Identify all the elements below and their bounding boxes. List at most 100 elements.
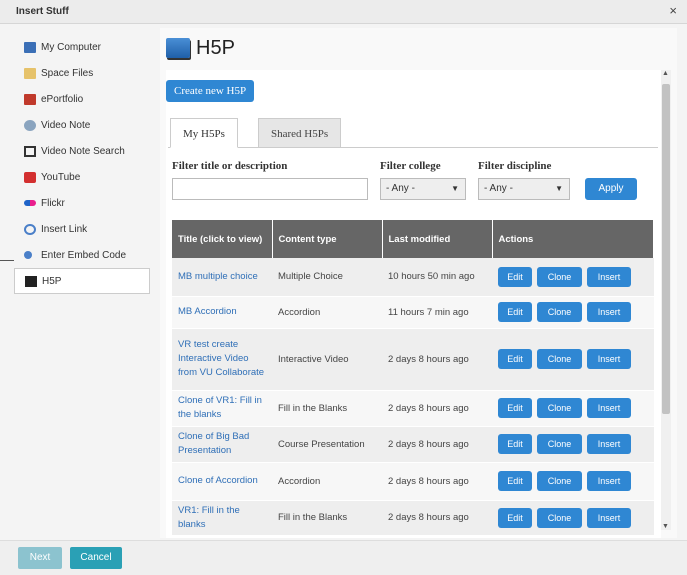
sidebar: My Computer Space Files ePortfolio Video… xyxy=(14,34,150,294)
column-header-content-type: Content type xyxy=(272,220,383,258)
table-row: Clone of Accordion Accordion 2 days 8 ho… xyxy=(172,462,654,501)
insert-button[interactable]: Insert xyxy=(587,266,631,287)
title-cell: Clone of Accordion xyxy=(172,462,272,501)
sidebar-item-flickr[interactable]: Flickr xyxy=(14,190,150,216)
scrollbar-thumb[interactable] xyxy=(662,84,670,414)
title-cell: MB multiple choice xyxy=(172,258,272,297)
next-button[interactable]: Next xyxy=(18,547,62,569)
table-row: MB Accordion Accordion 11 hours 7 min ag… xyxy=(172,296,654,329)
content-title-link[interactable]: Clone of Accordion xyxy=(178,475,258,486)
clone-button[interactable]: Clone xyxy=(537,507,582,528)
content-title-link[interactable]: MB Accordion xyxy=(178,306,237,317)
last-modified-cell: 2 days 8 hours ago xyxy=(382,328,492,391)
sidebar-item-label: Video Note Search xyxy=(41,145,125,157)
insert-button[interactable]: Insert xyxy=(587,434,631,454)
cancel-button[interactable]: Cancel xyxy=(70,547,122,569)
table-row: Clone of VR1: Fill in the blanks Fill in… xyxy=(172,390,654,427)
last-modified-cell: 11 hours 7 min ago xyxy=(382,296,492,329)
create-new-h5p-button[interactable]: Create new H5P xyxy=(166,80,255,102)
sidebar-item-h5p[interactable]: H5P xyxy=(14,268,150,294)
youtube-icon xyxy=(24,171,36,183)
title-cell: Clone of VR1: Fill in the blanks xyxy=(172,390,272,427)
filters: Filter title or description Filter colle… xyxy=(172,160,652,210)
insert-button[interactable]: Insert xyxy=(587,507,631,528)
column-header-title[interactable]: Title (click to view) xyxy=(172,220,273,258)
actions-cell: Edit Clone Insert xyxy=(492,462,654,501)
h5p-table: Title (click to view) Content type Last … xyxy=(172,220,654,536)
sidebar-item-space-files[interactable]: Space Files xyxy=(14,60,150,86)
sidebar-item-eportfolio[interactable]: ePortfolio xyxy=(14,86,150,112)
filter-discipline-select[interactable]: - Any - ▼ xyxy=(478,178,570,200)
scroll-down-icon[interactable]: ▼ xyxy=(662,523,669,530)
last-modified-cell: 2 days 8 hours ago xyxy=(382,500,492,536)
title-cell: VR test create Interactive Video from VU… xyxy=(172,328,272,391)
insert-button[interactable]: Insert xyxy=(587,471,631,491)
tab-shared-h5ps[interactable]: Shared H5Ps xyxy=(258,118,342,148)
folder-icon xyxy=(24,67,36,79)
edit-button[interactable]: Edit xyxy=(498,471,532,491)
filter-college-value: - Any - xyxy=(386,183,415,194)
clone-button[interactable]: Clone xyxy=(537,471,582,491)
dropdown-caret-icon: ▼ xyxy=(555,184,563,193)
filter-title-input[interactable] xyxy=(172,178,368,200)
sidebar-item-label: Enter Embed Code xyxy=(41,249,127,261)
title-cell: Clone of Big Bad Presentation xyxy=(172,426,272,463)
apply-button[interactable]: Apply xyxy=(585,178,637,200)
edit-button[interactable]: Edit xyxy=(498,266,532,287)
sidebar-item-my-computer[interactable]: My Computer xyxy=(14,34,150,60)
last-modified-cell: 2 days 8 hours ago xyxy=(382,462,492,501)
insert-button[interactable]: Insert xyxy=(587,349,631,369)
edit-button[interactable]: Edit xyxy=(498,398,532,418)
edit-button[interactable]: Edit xyxy=(498,507,532,528)
clone-button[interactable]: Clone xyxy=(537,434,582,454)
sidebar-item-insert-link[interactable]: Insert Link xyxy=(14,216,150,242)
actions-cell: Edit Clone Insert xyxy=(492,258,654,297)
filter-discipline-value: - Any - xyxy=(484,183,513,194)
edit-button[interactable]: Edit xyxy=(498,434,532,454)
insert-button[interactable]: Insert xyxy=(587,302,631,322)
main-panel: H5P Create new H5P My H5Ps Shared H5Ps F… xyxy=(160,28,677,538)
close-icon[interactable]: × xyxy=(669,3,677,18)
table-header-row: Title (click to view) Content type Last … xyxy=(172,220,654,258)
column-header-actions: Actions xyxy=(492,220,654,258)
scroll-up-icon[interactable]: ▲ xyxy=(662,70,669,77)
sidebar-item-label: YouTube xyxy=(41,171,81,183)
table-row: VR test create Interactive Video from VU… xyxy=(172,328,654,391)
content-title-link[interactable]: Clone of VR1: Fill in the blanks xyxy=(178,395,262,420)
title-cell: VR1: Fill in the blanks xyxy=(172,500,272,536)
scrollbar[interactable]: ▲ ▼ xyxy=(661,70,671,530)
content-title-link[interactable]: Clone of Big Bad Presentation xyxy=(178,431,249,456)
actions-cell: Edit Clone Insert xyxy=(492,328,654,391)
content-title-link[interactable]: VR1: Fill in the blanks xyxy=(178,505,240,530)
edit-button[interactable]: Edit xyxy=(498,349,532,369)
page-title: H5P xyxy=(196,36,235,59)
actions-cell: Edit Clone Insert xyxy=(492,500,654,536)
video-note-icon xyxy=(24,119,36,131)
sidebar-item-enter-embed-code[interactable]: Enter Embed Code xyxy=(14,242,150,268)
embed-icon xyxy=(24,251,32,259)
last-modified-cell: 10 hours 50 min ago xyxy=(382,258,492,297)
tab-my-h5ps[interactable]: My H5Ps xyxy=(170,118,238,148)
content-title-link[interactable]: MB multiple choice xyxy=(178,271,258,282)
insert-button[interactable]: Insert xyxy=(587,398,631,418)
filter-college-select[interactable]: - Any - ▼ xyxy=(380,178,466,200)
clone-button[interactable]: Clone xyxy=(537,349,582,369)
computer-icon xyxy=(24,41,36,53)
sidebar-item-youtube[interactable]: YouTube xyxy=(14,164,150,190)
content-type-cell: Interactive Video xyxy=(272,328,382,391)
clone-button[interactable]: Clone xyxy=(537,266,582,287)
portfolio-icon xyxy=(24,93,36,105)
edit-button[interactable]: Edit xyxy=(498,302,532,322)
sidebar-item-label: Insert Link xyxy=(41,223,88,235)
sidebar-item-video-note[interactable]: Video Note xyxy=(14,112,150,138)
content-title-link[interactable]: VR test create Interactive Video from VU… xyxy=(178,339,264,379)
table-row: MB multiple choice Multiple Choice 10 ho… xyxy=(172,258,654,297)
filter-title-label: Filter title or description xyxy=(172,160,288,172)
sidebar-item-label: Video Note xyxy=(41,119,91,131)
filter-college-label: Filter college xyxy=(380,160,441,172)
sidebar-item-video-note-search[interactable]: Video Note Search xyxy=(14,138,150,164)
clone-button[interactable]: Clone xyxy=(537,302,582,322)
sidebar-item-label: ePortfolio xyxy=(41,93,84,105)
clone-button[interactable]: Clone xyxy=(537,398,582,418)
filter-discipline-label: Filter discipline xyxy=(478,160,552,172)
